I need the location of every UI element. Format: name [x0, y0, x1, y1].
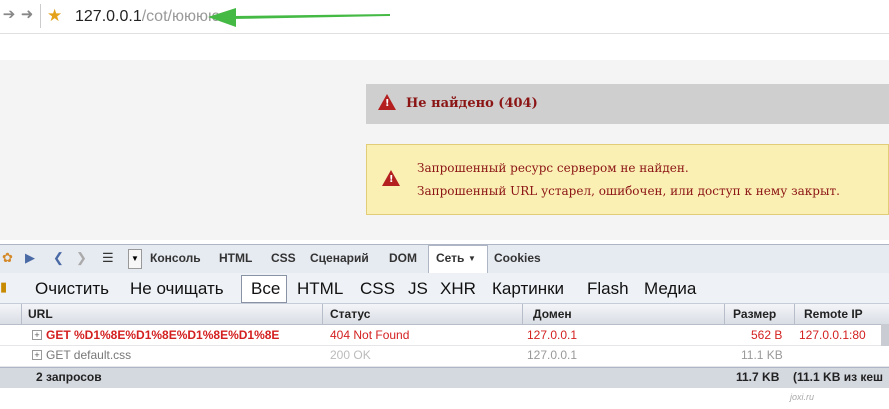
column-divider: [21, 304, 22, 324]
warning-icon: !: [378, 94, 396, 110]
error-title: Не найдено (404): [406, 96, 538, 111]
column-remote-ip[interactable]: Remote IP: [804, 307, 863, 321]
tab-cookies[interactable]: Cookies: [494, 251, 541, 265]
filter-all[interactable]: Все: [251, 279, 280, 299]
error-message-line: Запрошенный ресурс сервером не найден.: [417, 161, 689, 175]
summary-requests: 2 запросов: [36, 370, 102, 384]
row-url: GET default.css: [46, 348, 132, 362]
error-message-box: [366, 144, 889, 215]
tab-net[interactable]: Сеть: [436, 251, 464, 265]
row-status: 200 OK: [330, 348, 371, 362]
filter-css[interactable]: CSS: [360, 279, 395, 299]
filter-flash[interactable]: Flash: [587, 279, 629, 299]
chevron-down-icon[interactable]: ▼: [128, 249, 142, 269]
column-domain[interactable]: Домен: [533, 307, 572, 321]
row-status: 404 Not Found: [330, 328, 410, 342]
tab-html[interactable]: HTML: [219, 251, 252, 265]
row-url: GET %D1%8E%D1%8E%D1%8E%D1%8E: [46, 328, 280, 342]
filter-js[interactable]: JS: [408, 279, 428, 299]
column-divider: [794, 304, 795, 324]
arrow-annotation-url: [208, 8, 390, 27]
column-divider: [322, 304, 323, 324]
chevron-right-icon[interactable]: ❯: [76, 250, 87, 266]
row-domain: 127.0.0.1: [527, 328, 578, 342]
tab-dom[interactable]: DOM: [389, 251, 417, 265]
column-divider: [522, 304, 523, 324]
summary-cached: (11.1 KB из кеш: [793, 370, 884, 384]
column-size[interactable]: Размер: [733, 307, 776, 321]
warning-icon: !: [382, 170, 400, 186]
firebug-bug-icon[interactable]: ✿: [2, 250, 13, 266]
tab-css[interactable]: CSS: [271, 251, 296, 265]
row-size: 562 B: [751, 328, 783, 342]
expand-icon[interactable]: +: [32, 350, 42, 360]
filter-xhr[interactable]: XHR: [440, 279, 476, 299]
menu-icon[interactable]: ☰: [102, 250, 114, 266]
filter-images[interactable]: Картинки: [492, 279, 564, 299]
tab-script[interactable]: Сценарий: [310, 251, 369, 265]
expand-icon[interactable]: +: [32, 330, 42, 340]
error-message-line: Запрошенный URL устарел, ошибочен, или д…: [417, 184, 840, 198]
clear-button[interactable]: Очистить: [35, 279, 109, 299]
column-status[interactable]: Статус: [330, 307, 370, 321]
filter-media[interactable]: Медиа: [644, 279, 696, 299]
inspect-icon[interactable]: ▶: [25, 250, 35, 266]
scrollbar[interactable]: [881, 324, 889, 346]
watermark: joxi.ru: [790, 392, 815, 402]
clear-icon[interactable]: ▮: [0, 279, 10, 297]
chevron-left-icon[interactable]: ❮: [53, 250, 64, 266]
row-size: 11.1 KB: [741, 348, 783, 362]
filter-html[interactable]: HTML: [297, 279, 343, 299]
row-domain: 127.0.0.1: [527, 348, 578, 362]
column-url[interactable]: URL: [28, 307, 53, 321]
summary-total-size: 11.7 KB: [736, 370, 780, 384]
tab-console[interactable]: Консоль: [150, 251, 201, 265]
column-divider: [724, 304, 725, 324]
persist-button[interactable]: Не очищать: [130, 279, 224, 299]
chevron-down-icon[interactable]: ▼: [468, 254, 476, 263]
row-remote-ip: 127.0.0.1:80: [799, 328, 866, 342]
